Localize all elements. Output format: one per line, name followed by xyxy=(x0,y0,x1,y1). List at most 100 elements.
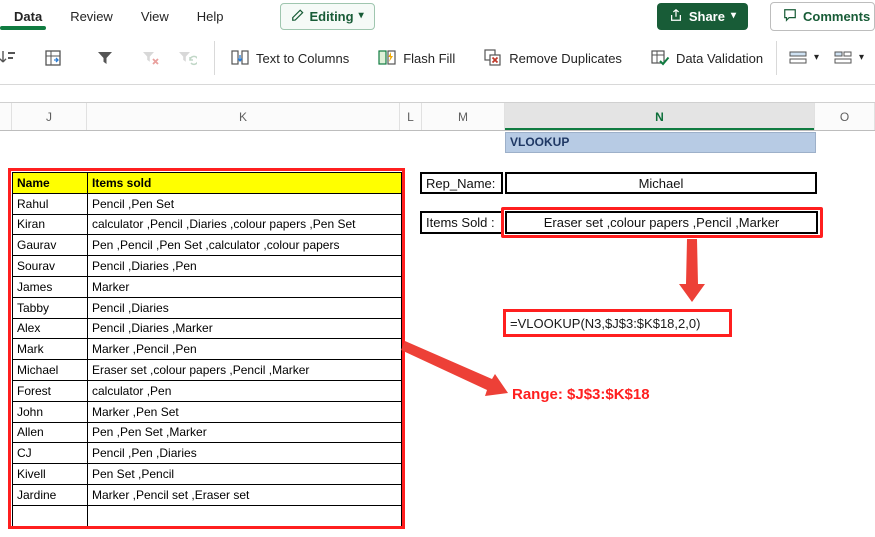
chevron-down-icon: ▾ xyxy=(858,52,864,63)
data-validation-icon xyxy=(650,48,670,68)
table-row: Kiran calculator ,Pencil ,Diaries ,colour… xyxy=(12,213,402,236)
name-cell[interactable]: Kiran xyxy=(12,213,88,236)
reapply-filter-button[interactable] xyxy=(170,42,204,74)
table-row: Jardine Marker ,Pencil set ,Eraser set xyxy=(12,483,402,506)
outline-group-button[interactable]: ▾ xyxy=(781,42,826,74)
column-header-j[interactable]: J xyxy=(12,103,87,130)
clear-filter-icon xyxy=(141,48,161,68)
remove-duplicates-button[interactable]: Remove Duplicates xyxy=(476,42,629,74)
pencil-icon xyxy=(291,8,305,25)
table-header-items[interactable]: Items sold xyxy=(87,172,402,194)
comment-icon xyxy=(783,8,797,25)
chevron-down-icon: ▾ xyxy=(358,10,364,21)
table-row: John Marker ,Pen Set xyxy=(12,400,402,423)
arrow-down-icon xyxy=(679,239,705,302)
name-cell[interactable]: James xyxy=(12,275,88,298)
items-sold-cell[interactable]: Pencil ,Pen Set xyxy=(87,192,402,215)
comments-button[interactable]: Comments xyxy=(770,1,875,31)
table-row xyxy=(12,504,402,527)
items-sold-cell[interactable]: Pen ,Pencil ,Pen Set ,calculator ,colour… xyxy=(87,234,402,257)
table-row: Tabby Pencil ,Diaries xyxy=(12,296,402,319)
filter-button[interactable] xyxy=(88,42,122,74)
column-header-n[interactable]: N xyxy=(505,103,815,130)
name-cell[interactable]: CJ xyxy=(12,442,88,465)
items-sold-cell[interactable] xyxy=(87,504,402,527)
toolbar-separator xyxy=(214,41,215,75)
name-cell[interactable]: Rahul xyxy=(12,192,88,215)
rep-name-value-cell[interactable]: Michael xyxy=(505,172,817,194)
flash-fill-button[interactable]: Flash Fill xyxy=(370,42,462,74)
items-sold-cell[interactable]: Pencil ,Diaries ,Pen xyxy=(87,255,402,277)
outline-ungroup-icon xyxy=(833,48,853,68)
data-validation-label: Data Validation xyxy=(675,50,764,66)
name-cell[interactable]: Tabby xyxy=(12,296,88,319)
editing-mode-button[interactable]: Editing ▾ xyxy=(279,2,375,30)
sort-icon xyxy=(0,48,17,68)
tab-data[interactable]: Data xyxy=(0,0,56,32)
name-cell[interactable]: Michael xyxy=(12,359,88,381)
range-annotation: Range: $J$3:$K$18 xyxy=(512,386,650,403)
items-sold-cell[interactable]: Marker ,Pencil set ,Eraser set xyxy=(87,483,402,506)
table-row: Alex Pencil ,Diaries ,Marker xyxy=(12,317,402,340)
items-sold-cell[interactable]: Pencil ,Pen ,Diaries xyxy=(87,442,402,465)
name-cell[interactable]: Alex xyxy=(12,317,88,340)
formula-cell[interactable]: =VLOOKUP(N3,$J$3:$K$18,2,0) xyxy=(503,309,732,337)
reapply-filter-icon xyxy=(177,48,197,68)
vlookup-title-cell[interactable]: VLOOKUP xyxy=(505,132,816,153)
table-row: Allen Pen ,Pen Set ,Marker xyxy=(12,421,402,444)
column-header-o[interactable]: O xyxy=(815,103,875,130)
ribbon-toolbar: Text to Columns Flash Fill Remove Duplic… xyxy=(0,32,875,85)
share-icon xyxy=(669,8,683,25)
column-header-partial[interactable] xyxy=(0,103,12,130)
share-button[interactable]: Share ▾ xyxy=(656,2,748,30)
name-cell[interactable]: John xyxy=(12,400,88,423)
flash-fill-label: Flash Fill xyxy=(403,50,456,66)
outline-ungroup-button[interactable]: ▾ xyxy=(826,42,871,74)
remove-duplicates-icon xyxy=(483,48,503,68)
table-row: CJ Pencil ,Pen ,Diaries xyxy=(12,442,402,465)
items-sold-label-cell[interactable]: Items Sold : xyxy=(420,211,503,234)
items-sold-cell[interactable]: Marker xyxy=(87,275,402,298)
name-cell[interactable] xyxy=(12,504,88,527)
name-cell[interactable]: Sourav xyxy=(12,255,88,277)
name-cell[interactable]: Kivell xyxy=(12,463,88,485)
text-to-columns-button[interactable]: Text to Columns xyxy=(223,42,356,74)
items-sold-cell[interactable]: Marker ,Pencil ,Pen xyxy=(87,338,402,361)
tab-view[interactable]: View xyxy=(127,0,183,32)
column-header-m[interactable]: M xyxy=(422,103,505,130)
toolbar-separator xyxy=(775,41,777,75)
items-sold-cell[interactable]: Pencil ,Diaries xyxy=(87,296,402,319)
items-sold-value-cell[interactable]: Eraser set ,colour papers ,Pencil ,Marke… xyxy=(505,211,818,234)
column-header-l[interactable]: L xyxy=(400,103,422,130)
outline-group-icon xyxy=(788,48,808,68)
items-sold-cell[interactable]: Eraser set ,colour papers ,Pencil ,Marke… xyxy=(87,359,402,381)
ribbon-tab-row: Data Review View Help Editing ▾ Share ▾ … xyxy=(0,0,875,32)
name-cell[interactable]: Forest xyxy=(12,379,88,402)
tab-help[interactable]: Help xyxy=(183,0,238,32)
items-sold-cell[interactable]: Pen ,Pen Set ,Marker xyxy=(87,421,402,444)
table-header-name[interactable]: Name xyxy=(12,172,88,194)
column-header-k[interactable]: K xyxy=(87,103,400,130)
text-to-columns-icon xyxy=(230,48,250,68)
table-row: Mark Marker ,Pencil ,Pen xyxy=(12,338,402,361)
comments-label: Comments xyxy=(803,8,871,24)
items-sold-cell[interactable]: calculator ,Pencil ,Diaries ,colour pape… xyxy=(87,213,402,236)
data-validation-button[interactable]: Data Validation xyxy=(643,42,770,74)
tab-review[interactable]: Review xyxy=(56,0,127,32)
clear-filter-button[interactable] xyxy=(134,42,168,74)
items-sold-cell[interactable]: Marker ,Pen Set xyxy=(87,400,402,423)
table-header-row: Name Items sold xyxy=(12,172,402,194)
chevron-down-icon: ▾ xyxy=(813,52,819,63)
rep-name-label-cell[interactable]: Rep_Name: xyxy=(420,172,503,194)
table-row: Kivell Pen Set ,Pencil xyxy=(12,463,402,485)
items-sold-cell[interactable]: Pencil ,Diaries ,Marker xyxy=(87,317,402,340)
arrow-diagonal-icon xyxy=(401,341,508,396)
name-cell[interactable]: Jardine xyxy=(12,483,88,506)
data-properties-button[interactable] xyxy=(36,42,70,74)
name-cell[interactable]: Gaurav xyxy=(12,234,88,257)
sort-button[interactable] xyxy=(0,42,24,74)
items-sold-cell[interactable]: calculator ,Pen xyxy=(87,379,402,402)
name-cell[interactable]: Mark xyxy=(12,338,88,361)
items-sold-cell[interactable]: Pen Set ,Pencil xyxy=(87,463,402,485)
name-cell[interactable]: Allen xyxy=(12,421,88,444)
